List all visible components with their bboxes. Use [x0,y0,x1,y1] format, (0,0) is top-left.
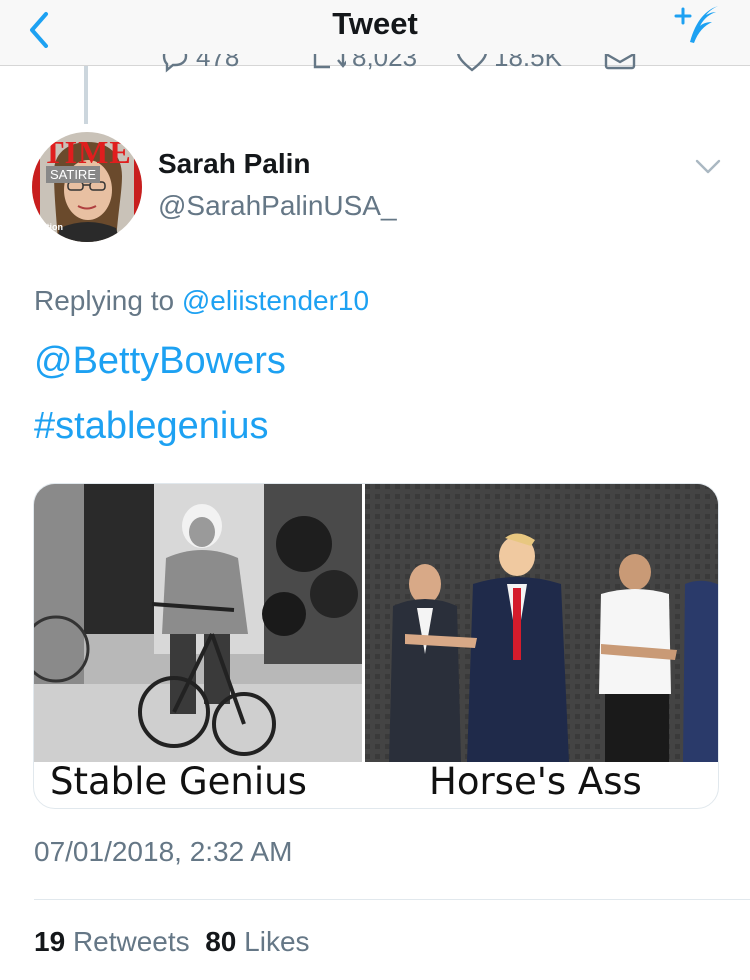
page-title: Tweet [332,6,418,41]
retweets-label: Retweets [72,926,190,957]
parent-tweet-actions: 478 8,023 18.5K [0,54,750,84]
handshake-photo [365,484,718,762]
tweet-media[interactable]: Stable Genius Horse's Ass [33,483,719,809]
thread-connector-line [84,66,88,124]
like-action[interactable]: 18.5K [456,54,562,73]
media-left-caption: Stable Genius [50,760,307,803]
likes-label: Likes [244,926,310,957]
avatar-caption: ication [34,222,64,232]
retweets-count: 19 [34,926,66,957]
retweets-stat[interactable]: 19 Retweets [34,926,190,957]
bicycle-photo [34,484,362,762]
media-left-photo [34,484,362,762]
compose-tweet-icon [674,6,718,43]
reply-icon [162,54,188,73]
reply-action[interactable]: 478 [160,54,239,73]
tweet-timestamp: 07/01/2018, 2:32 AM [34,836,293,867]
author-screen-name[interactable]: @SarahPalinUSA_ [158,190,397,222]
replying-to-line: Replying to @eliistender10 [34,285,369,317]
reply-count: 478 [196,54,240,72]
likes-count: 80 [205,926,237,957]
chevron-down-icon [695,159,721,174]
retweet-count: 8,023 [352,54,418,72]
tweet-options-button[interactable] [694,156,722,176]
compose-tweet-button[interactable] [672,2,724,50]
replying-to-mention[interactable]: @eliistender10 [182,285,369,316]
like-count: 18.5K [494,54,562,72]
avatar-satire-tag: SATIRE [46,166,100,183]
envelope-icon [604,54,636,70]
retweet-icon [313,54,346,68]
heart-icon [457,54,487,72]
avatar[interactable]: TIME SATIRE ication [32,132,142,242]
hashtag-link[interactable]: #stablegenius [34,405,269,448]
retweet-action[interactable]: 8,023 [312,54,417,73]
divider [34,899,750,900]
media-right-caption: Horse's Ass [429,760,642,803]
replying-to-label: Replying to [34,285,175,316]
likes-stat[interactable]: 80 Likes [205,926,309,957]
message-action[interactable] [604,54,636,72]
tweet-stats: 19 Retweets 80 Likes [34,926,310,958]
author-display-name[interactable]: Sarah Palin [158,148,311,180]
mention-link[interactable]: @BettyBowers [34,340,286,383]
media-right-photo [365,484,718,762]
